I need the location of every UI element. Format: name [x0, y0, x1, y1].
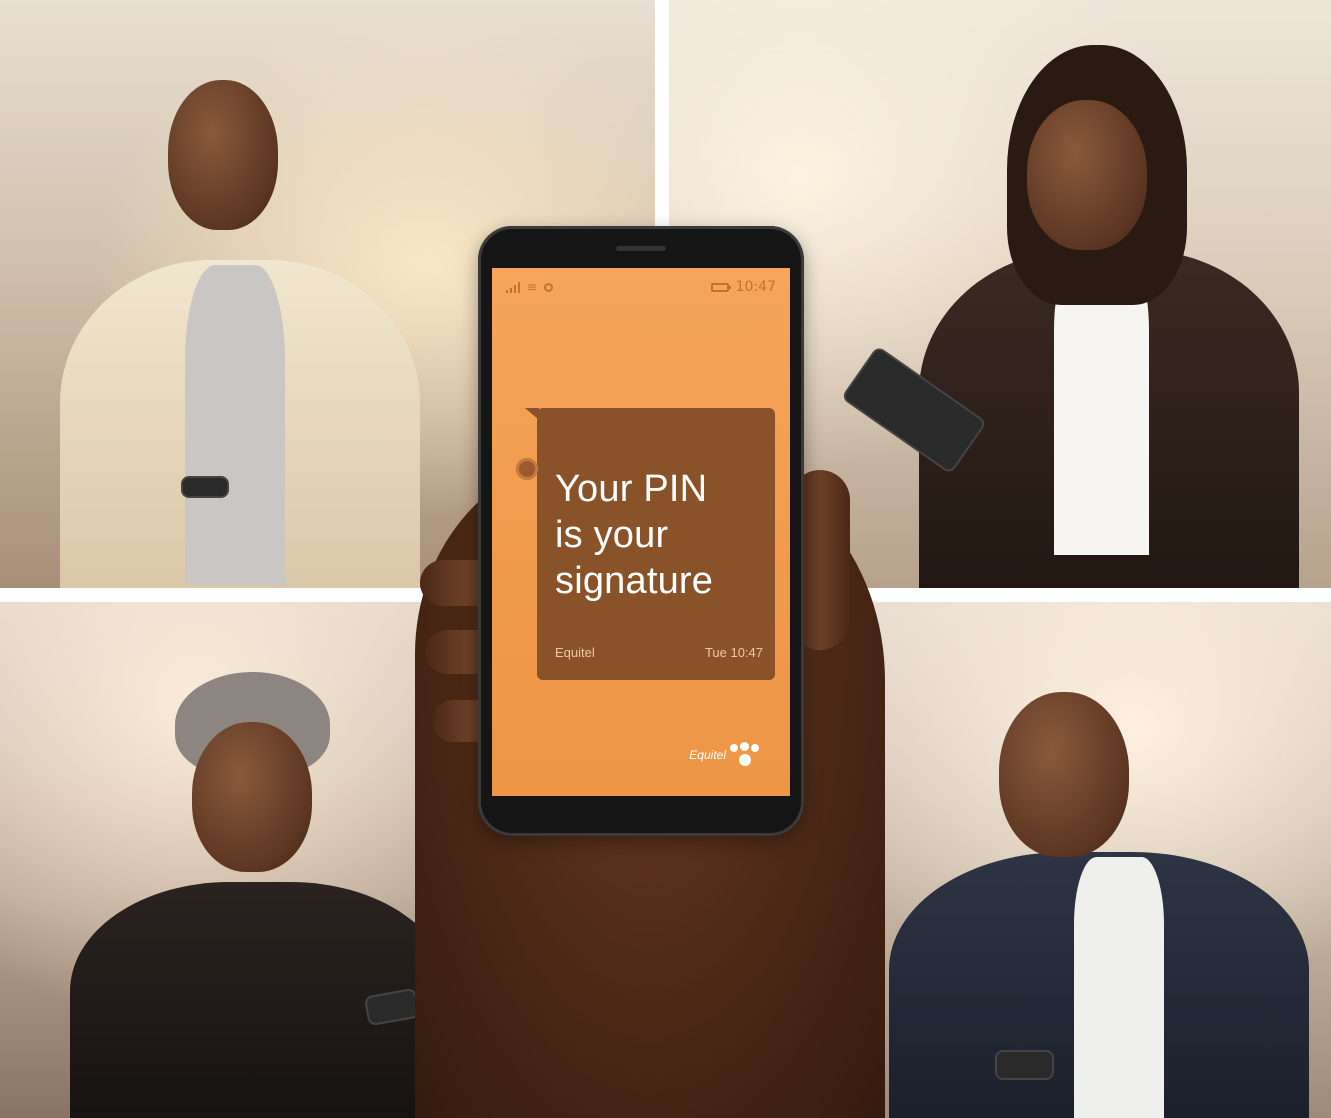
man-blazer-head	[168, 80, 278, 230]
man-backpack-shirt	[1074, 857, 1164, 1118]
alarm-icon	[544, 282, 554, 292]
battery-icon	[710, 282, 731, 292]
sms-line-1: Your PIN	[555, 468, 708, 510]
man-blazer-phone	[183, 478, 227, 496]
man-backpack-phone	[997, 1052, 1052, 1078]
sms-meta: Equitel Tue 10:47	[555, 645, 763, 660]
woman-headwrap-head	[192, 722, 312, 872]
sms-message-text: Your PIN is your signature	[555, 466, 765, 604]
sms-sender: Equitel	[555, 645, 595, 660]
sender-avatar-icon	[516, 458, 538, 480]
status-time: 10:47	[735, 279, 776, 295]
wifi-icon: ≡	[527, 280, 538, 294]
status-bar: ≡ 10:47	[492, 268, 790, 306]
sms-line-2: is your	[555, 514, 669, 556]
phone-screen: ≡ 10:47 Your PIN is your signature Equit…	[492, 268, 790, 796]
status-left-icons: ≡	[506, 280, 554, 294]
signal-icon	[506, 281, 520, 293]
sms-message-bubble: Your PIN is your signature Equitel Tue 1…	[525, 408, 775, 680]
phone-speaker	[616, 246, 666, 251]
man-blazer-shirt	[185, 265, 285, 585]
smartphone: ≡ 10:47 Your PIN is your signature Equit…	[478, 226, 804, 836]
equitel-logo: Equitel	[689, 742, 766, 768]
woman-tablet-head	[1027, 100, 1147, 250]
man-backpack-head	[999, 692, 1129, 857]
logo-mark-icon	[730, 742, 766, 768]
sms-line-3: signature	[555, 560, 714, 602]
logo-text: Equitel	[689, 748, 726, 762]
sms-timestamp: Tue 10:47	[704, 645, 763, 660]
status-right-icons: 10:47	[710, 279, 776, 295]
